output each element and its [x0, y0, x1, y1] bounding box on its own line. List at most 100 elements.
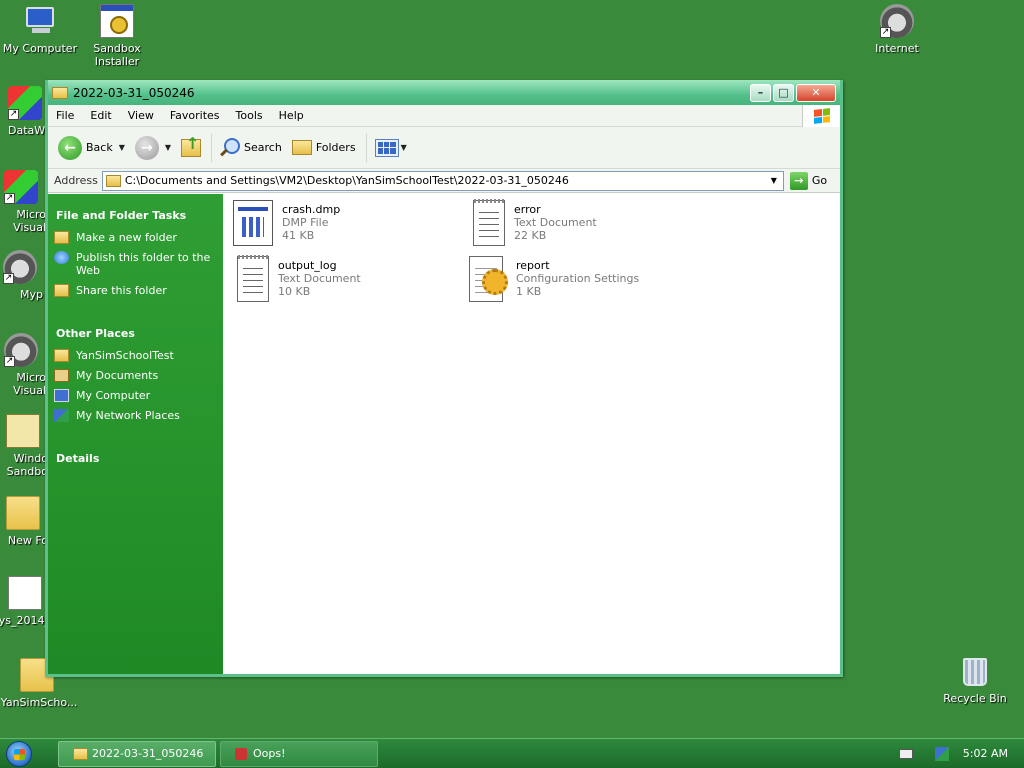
text-document-icon: [473, 199, 505, 246]
windows-logo: [802, 105, 840, 127]
task-pane: File and Folder Tasks Make a new folder …: [48, 194, 223, 674]
file-type: DMP File: [282, 216, 329, 229]
file-size: 41 KB: [282, 229, 315, 242]
place-label: My Computer: [76, 389, 151, 402]
error-icon: [235, 747, 247, 760]
back-button[interactable]: ← Back ▼: [58, 135, 125, 160]
menu-tools[interactable]: Tools: [228, 109, 271, 122]
desktop-icon-my-computer[interactable]: My Computer: [1, 4, 79, 55]
close-button[interactable]: ✕: [796, 83, 836, 102]
search-button[interactable]: Search: [220, 137, 282, 158]
menu-view[interactable]: View: [120, 109, 162, 122]
menu-edit[interactable]: Edit: [82, 109, 119, 122]
file-item[interactable]: crash.dmp DMP File 41 KB: [233, 200, 463, 246]
maximize-button[interactable]: □: [773, 83, 794, 102]
file-size: 10 KB: [278, 285, 311, 298]
my-documents-icon: [54, 369, 69, 382]
file-item[interactable]: error Text Document 22 KB: [473, 199, 703, 246]
place-label: YanSimSchoolTest: [76, 349, 174, 362]
menu-bar: File Edit View Favorites Tools Help: [48, 105, 840, 127]
folder-icon: [105, 174, 121, 187]
forward-button[interactable]: → ▼: [134, 135, 171, 160]
place-my-computer[interactable]: My Computer: [54, 389, 217, 402]
visual-icon: ↗: [4, 333, 38, 367]
go-button[interactable]: → Go: [789, 171, 827, 190]
toolbar-separator: [365, 133, 367, 162]
recycle-bin-icon: [963, 658, 987, 686]
dmp-file-icon: [233, 200, 273, 246]
windows-flag-icon: [813, 108, 830, 124]
file-type: Configuration Settings: [516, 272, 640, 285]
menu-favorites[interactable]: Favorites: [162, 109, 228, 122]
taskbar-item-explorer[interactable]: 2022-03-31_050246: [58, 740, 216, 767]
desktop-icon-sandbox-installer[interactable]: Sandbox Installer: [78, 4, 156, 68]
installer-icon: [100, 4, 134, 38]
file-icon: [8, 576, 42, 610]
back-arrow-icon: ←: [58, 135, 82, 160]
chevron-down-icon[interactable]: ▼: [401, 143, 407, 152]
folder-icon: [6, 496, 40, 530]
taskbar: 2022-03-31_050246 Oops! 5:02 AM: [0, 738, 1024, 768]
task-label: Publish this folder to the Web: [76, 251, 211, 277]
chevron-down-icon[interactable]: ▼: [767, 173, 781, 189]
task-publish-folder[interactable]: Publish this folder to the Web: [54, 251, 217, 277]
system-tray: 5:02 AM: [898, 739, 1024, 768]
views-button[interactable]: ▼: [374, 138, 407, 157]
place-yansimschooltest[interactable]: YanSimSchoolTest: [54, 349, 217, 362]
taskbar-item-label: 2022-03-31_050246: [92, 747, 204, 760]
window-body: File and Folder Tasks Make a new folder …: [48, 194, 840, 674]
place-my-documents[interactable]: My Documents: [54, 369, 217, 382]
window-title: 2022-03-31_050246: [73, 85, 195, 100]
address-input[interactable]: C:\Documents and Settings\VM2\Desktop\Ya…: [101, 170, 784, 191]
place-label: My Documents: [76, 369, 159, 382]
back-label: Back: [86, 141, 113, 154]
menu-file[interactable]: File: [48, 109, 82, 122]
task-make-new-folder[interactable]: Make a new folder: [54, 231, 217, 244]
folder-icon: [73, 747, 88, 760]
title-bar[interactable]: 2022-03-31_050246 – □ ✕: [48, 80, 840, 105]
desktop-icon-internet[interactable]: ↗ Internet: [858, 4, 936, 55]
computer-icon: [23, 4, 57, 38]
address-label: Address: [54, 174, 98, 187]
folder-icon: [54, 349, 69, 362]
file-size: 1 KB: [516, 285, 542, 298]
network-icon[interactable]: [934, 746, 949, 761]
views-icon: [374, 138, 399, 157]
task-label: Share this folder: [76, 284, 167, 297]
details-heading[interactable]: Details: [56, 452, 217, 465]
taskbar-item-oops[interactable]: Oops!: [220, 740, 378, 767]
share-folder-icon: [54, 284, 69, 297]
file-item[interactable]: output_log Text Document 10 KB: [237, 255, 467, 302]
menu-help[interactable]: Help: [271, 109, 312, 122]
desktop-icon-label: Internet: [875, 42, 919, 55]
computer-icon: [54, 389, 69, 402]
file-type: Text Document: [514, 216, 597, 229]
chevron-down-icon[interactable]: ▼: [165, 143, 171, 152]
explorer-window: 2022-03-31_050246 – □ ✕ File Edit View F…: [45, 80, 843, 677]
folders-button[interactable]: Folders: [291, 140, 356, 155]
toolbar-separator: [211, 133, 213, 162]
start-button[interactable]: [0, 739, 38, 768]
keyboard-icon[interactable]: [898, 748, 913, 759]
file-item[interactable]: report Configuration Settings 1 KB: [469, 256, 699, 302]
up-folder-button[interactable]: [181, 134, 202, 157]
folders-icon: [291, 140, 312, 155]
clock[interactable]: 5:02 AM: [963, 747, 1008, 760]
other-places-heading[interactable]: Other Places: [56, 327, 217, 340]
desktop-icon-recycle-bin[interactable]: Recycle Bin: [936, 658, 1014, 705]
file-folder-tasks-heading[interactable]: File and Folder Tasks: [56, 209, 217, 222]
file-list: crash.dmp DMP File 41 KB error Text Docu…: [223, 194, 840, 674]
desktop-icon-label: My Computer: [2, 42, 78, 55]
config-settings-icon: [469, 256, 508, 302]
place-my-network-places[interactable]: My Network Places: [54, 409, 217, 422]
folders-label: Folders: [315, 141, 356, 154]
task-share-folder[interactable]: Share this folder: [54, 284, 217, 297]
windows-start-icon: [6, 740, 32, 767]
desktop-icon-label: YanSimScho...: [0, 696, 78, 709]
file-name: crash.dmp: [282, 203, 341, 216]
network-places-icon: [54, 409, 69, 422]
text-document-icon: [237, 255, 269, 302]
minimize-button[interactable]: –: [750, 83, 771, 102]
internet-icon: ↗: [880, 4, 914, 38]
chevron-down-icon[interactable]: ▼: [119, 143, 125, 152]
